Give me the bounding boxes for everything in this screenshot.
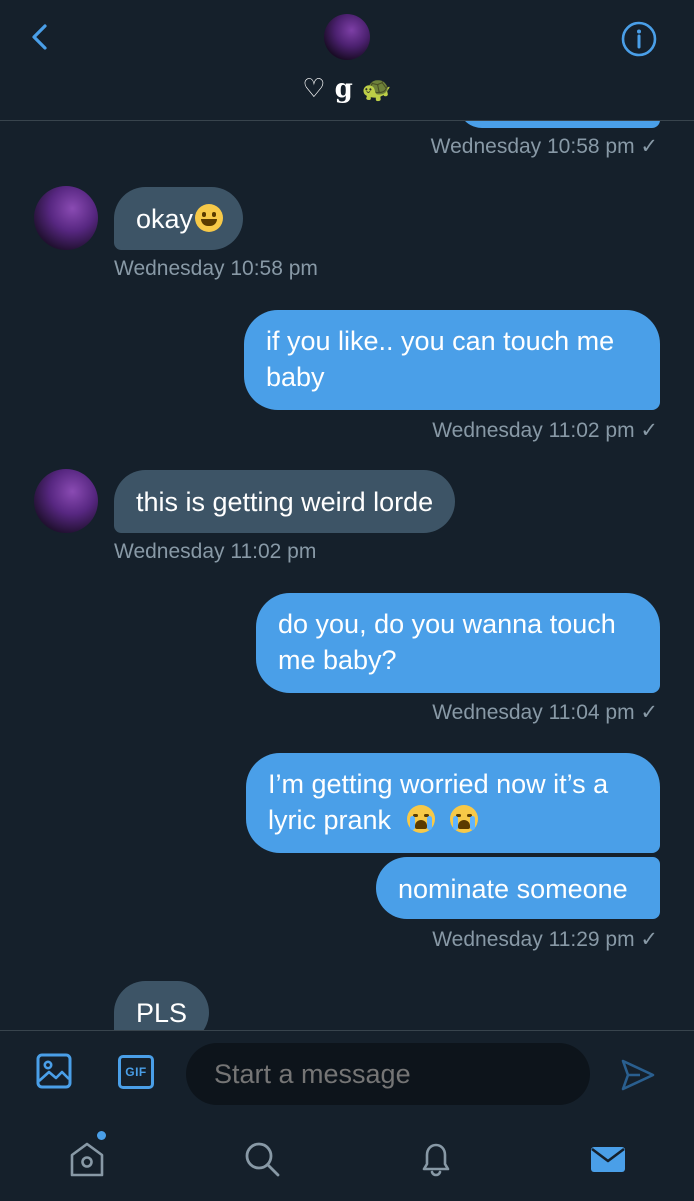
message-text: if you like.. you can touch me baby: [266, 326, 615, 392]
contact-avatar[interactable]: [34, 469, 98, 533]
turtle-icon: 🐢: [361, 75, 392, 103]
message-thread[interactable]: Wednesday 10:58 pm ✓ okay Wednesday 10:5…: [0, 0, 694, 1030]
messages-icon[interactable]: [588, 1139, 628, 1179]
message-text: PLS: [136, 998, 188, 1028]
title-heart: ♡: [302, 74, 326, 104]
composer-bar: GIF: [0, 1030, 694, 1201]
message-text: okay: [136, 204, 194, 234]
crying-face-emoji: [450, 805, 479, 833]
message-bubble-received[interactable]: PLS: [114, 981, 210, 1030]
info-icon[interactable]: [620, 20, 658, 58]
contact-avatar-header[interactable]: [324, 14, 370, 60]
message-text: nominate someone: [398, 874, 628, 904]
message-timestamp: Wednesday 11:04 pm ✓: [432, 701, 658, 724]
image-icon[interactable]: [36, 1053, 72, 1089]
crying-face-emoji: [406, 805, 435, 833]
message-timestamp: Wednesday 11:02 pm ✓: [432, 419, 658, 442]
message-timestamp: Wednesday 11:02 pm: [114, 540, 317, 563]
grinning-face-emoji: [195, 204, 224, 232]
chevron-left-icon[interactable]: [26, 22, 56, 52]
message-bubble-sent[interactable]: if you like.. you can touch me baby: [244, 310, 660, 410]
message-timestamp: Wednesday 10:58 pm: [114, 257, 318, 280]
message-bubble-sent[interactable]: I’m getting worried now it’s a lyric pra…: [246, 753, 660, 853]
title-letter: g: [334, 74, 353, 104]
conversation-title[interactable]: ♡ g 🐢: [0, 74, 694, 104]
message-bubble-received[interactable]: okay: [114, 187, 244, 250]
message-bubble-sent[interactable]: nominate someone: [376, 857, 660, 919]
home-icon[interactable]: [67, 1139, 107, 1179]
message-bubble-received[interactable]: this is getting weird lorde: [114, 470, 456, 533]
message-text: this is getting weird lorde: [136, 487, 434, 517]
notification-dot: [97, 1131, 106, 1140]
message-input[interactable]: [186, 1043, 590, 1105]
notifications-icon[interactable]: [416, 1139, 456, 1179]
message-timestamp: Wednesday 11:29 pm ✓: [432, 928, 658, 951]
conversation-header: ♡ g 🐢: [0, 0, 694, 121]
send-icon[interactable]: [620, 1057, 656, 1093]
message-bubble-sent[interactable]: do you, do you wanna touch me baby?: [256, 593, 660, 693]
message-timestamp: Wednesday 10:58 pm ✓: [430, 135, 658, 158]
search-icon[interactable]: [242, 1139, 282, 1179]
message-text: do you, do you wanna touch me baby?: [278, 609, 616, 675]
message-text: I’m getting worried now it’s a lyric pra…: [268, 769, 609, 835]
gif-icon[interactable]: GIF: [118, 1055, 154, 1089]
contact-avatar[interactable]: [34, 186, 98, 250]
